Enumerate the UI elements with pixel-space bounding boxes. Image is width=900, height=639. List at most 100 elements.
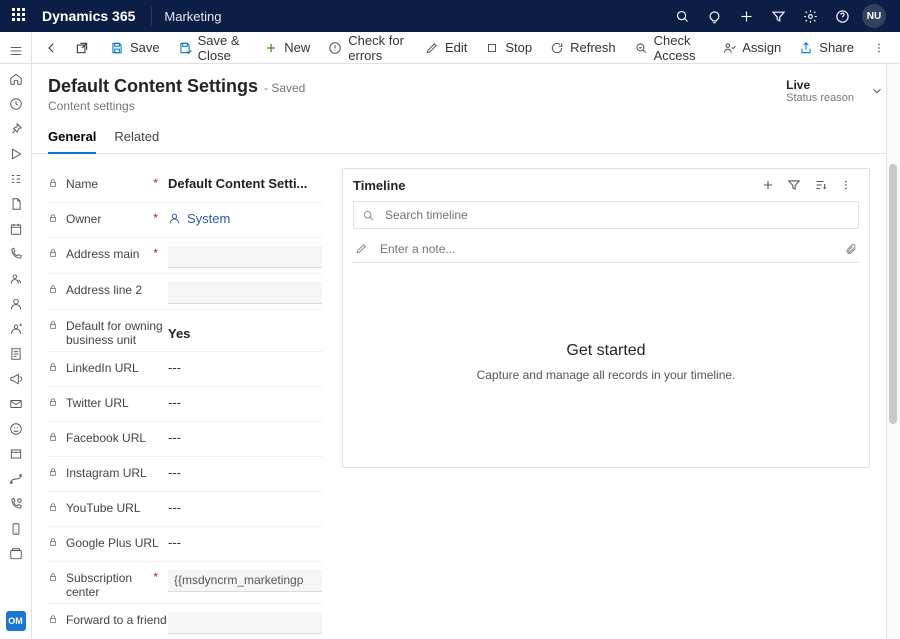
check-access-button[interactable]: Check Access xyxy=(626,34,713,62)
timeline-add-icon[interactable] xyxy=(755,172,781,198)
form-header: Default Content Settings - Saved Content… xyxy=(32,64,900,113)
assign-button[interactable]: Assign xyxy=(714,34,789,62)
lock-icon xyxy=(48,572,60,582)
search-icon[interactable] xyxy=(666,0,698,32)
form-tabs: General Related xyxy=(32,113,900,154)
lock-icon xyxy=(48,362,60,372)
field-facebook[interactable]: Facebook URL --- xyxy=(48,422,322,457)
rail-calendar-icon[interactable] xyxy=(0,216,31,241)
help-icon[interactable] xyxy=(826,0,858,32)
field-twitter[interactable]: Twitter URL --- xyxy=(48,387,322,422)
rail-accounts-icon[interactable] xyxy=(0,266,31,291)
field-address-line2[interactable]: Address line 2 xyxy=(48,274,322,310)
timeline-sort-icon[interactable] xyxy=(807,172,833,198)
rail-library-icon[interactable] xyxy=(0,541,31,566)
field-forward-friend[interactable]: Forward to a friend xyxy=(48,604,322,639)
timeline-note-input[interactable] xyxy=(378,241,835,257)
edit-button[interactable]: Edit xyxy=(417,34,475,62)
lock-icon xyxy=(48,248,60,258)
command-bar: Save Save & Close New Check for errors E… xyxy=(0,32,900,64)
lock-icon xyxy=(48,537,60,547)
rail-email-icon[interactable] xyxy=(0,391,31,416)
rail-megaphone-icon[interactable] xyxy=(0,366,31,391)
rail-files-icon[interactable] xyxy=(0,191,31,216)
timeline-search-input[interactable] xyxy=(383,207,850,223)
lock-icon xyxy=(48,397,60,407)
global-navbar: Dynamics 365 Marketing NU xyxy=(0,0,900,32)
save-button[interactable]: Save xyxy=(102,34,168,62)
save-status-label: - Saved xyxy=(264,81,305,95)
rail-golive-icon[interactable] xyxy=(0,141,31,166)
field-default-bu-value: Yes xyxy=(168,318,322,341)
rail-social-icon[interactable] xyxy=(0,416,31,441)
field-address-line2-input[interactable] xyxy=(168,282,322,304)
quick-create-icon[interactable] xyxy=(730,0,762,32)
check-errors-button[interactable]: Check for errors xyxy=(320,34,415,62)
rail-recent-icon[interactable] xyxy=(0,91,31,116)
timeline-empty-subtitle: Capture and manage all records in your t… xyxy=(477,368,736,382)
lock-icon xyxy=(48,467,60,477)
field-googleplus[interactable]: Google Plus URL --- xyxy=(48,527,322,562)
field-twitter-value: --- xyxy=(168,395,322,410)
field-youtube[interactable]: YouTube URL --- xyxy=(48,492,322,527)
field-address-main-input[interactable] xyxy=(168,246,322,268)
rail-push-icon[interactable] xyxy=(0,516,31,541)
field-forward-friend-input[interactable] xyxy=(168,612,322,634)
open-new-window-icon[interactable] xyxy=(68,34,96,62)
timeline-empty-title: Get started xyxy=(566,342,645,360)
field-subscription-center-input[interactable]: {{msdyncrm_marketingp xyxy=(168,570,322,592)
header-chevron-down-icon[interactable] xyxy=(870,84,884,98)
field-facebook-value: --- xyxy=(168,430,322,445)
rail-phone-icon[interactable] xyxy=(0,241,31,266)
tab-related[interactable]: Related xyxy=(114,129,159,153)
page-scrollbar[interactable] xyxy=(886,64,900,639)
pencil-icon xyxy=(355,242,368,255)
advanced-find-icon[interactable] xyxy=(762,0,794,32)
rail-segments-icon[interactable] xyxy=(0,166,31,191)
lock-icon xyxy=(48,502,60,512)
timeline-title: Timeline xyxy=(353,178,406,193)
field-address-main[interactable]: Address main* xyxy=(48,238,322,274)
settings-gear-icon[interactable] xyxy=(794,0,826,32)
refresh-button[interactable]: Refresh xyxy=(542,34,624,62)
new-button[interactable]: New xyxy=(256,34,318,62)
save-close-button[interactable]: Save & Close xyxy=(170,34,255,62)
record-title: Default Content Settings xyxy=(48,76,258,97)
field-subscription-center[interactable]: Subscription center* {{msdyncrm_marketin… xyxy=(48,562,322,604)
rail-contacts-icon[interactable] xyxy=(0,291,31,316)
brand-divider xyxy=(151,7,152,25)
field-name[interactable]: Name* Default Content Setti... xyxy=(48,168,322,203)
user-avatar[interactable]: NU xyxy=(862,4,886,28)
back-button[interactable] xyxy=(38,34,66,62)
rail-journeys-icon[interactable] xyxy=(0,466,31,491)
rail-home-icon[interactable] xyxy=(0,66,31,91)
rail-forms-icon[interactable] xyxy=(0,341,31,366)
lock-icon xyxy=(48,320,60,330)
field-linkedin[interactable]: LinkedIn URL --- xyxy=(48,352,322,387)
timeline-filter-icon[interactable] xyxy=(781,172,807,198)
app-launcher-icon[interactable] xyxy=(12,8,28,24)
sitemap-rail: OM xyxy=(0,32,32,639)
rail-templates-icon[interactable] xyxy=(0,441,31,466)
app-module-name[interactable]: Marketing xyxy=(164,9,221,24)
sitemap-area-switcher[interactable]: OM xyxy=(6,611,26,631)
tab-general[interactable]: General xyxy=(48,129,96,154)
lock-icon xyxy=(48,284,60,294)
field-instagram[interactable]: Instagram URL --- xyxy=(48,457,322,492)
timeline-more-icon[interactable] xyxy=(833,172,859,198)
rail-sms-icon[interactable] xyxy=(0,491,31,516)
assistant-icon[interactable] xyxy=(698,0,730,32)
product-brand[interactable]: Dynamics 365 xyxy=(38,8,139,24)
timeline-note-row[interactable] xyxy=(353,235,859,263)
field-owner-value[interactable]: System xyxy=(168,211,322,226)
field-default-bu[interactable]: Default for owning business unit Yes xyxy=(48,310,322,352)
attachment-icon[interactable] xyxy=(845,242,857,256)
share-button[interactable]: Share xyxy=(791,34,862,62)
rail-pinned-icon[interactable] xyxy=(0,116,31,141)
rail-leads-icon[interactable] xyxy=(0,316,31,341)
overflow-menu-icon[interactable] xyxy=(864,34,892,62)
timeline-search[interactable] xyxy=(353,201,859,229)
field-owner[interactable]: Owner* System xyxy=(48,203,322,238)
stop-button[interactable]: Stop xyxy=(477,34,540,62)
area-badge: OM xyxy=(6,611,26,631)
